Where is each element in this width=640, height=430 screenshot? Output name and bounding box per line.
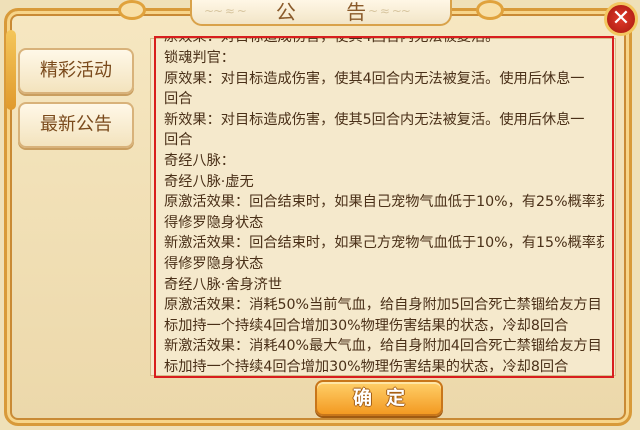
announcement-text[interactable]: 原效果：对目标造成伤害，使其4回合内无法被复活。 锁魂判官： 原效果：对目标造成伤… [164,38,604,374]
announcement-line: 回合 [164,132,193,149]
announcement-line: 奇经八脉·舍身济世 [164,276,283,293]
sidebar-item-label: 最新公告 [40,114,112,135]
close-icon: ✕ [611,6,631,31]
announcement-line: 得修罗隐身状态 [164,214,264,231]
announcement-line: 标加持一个持续4回合增加30%物理伤害结果的状态，冷却8回合 [164,317,569,334]
sidebar-item-announcements[interactable]: 最新公告 [18,102,134,148]
announcement-line: 标加持一个持续4回合增加30%物理伤害结果的状态，冷却8回合 [164,358,569,374]
sidebar-item-events[interactable]: 精彩活动 [18,48,134,94]
scroll-ornament-right [476,0,504,20]
announcement-line: 原效果：对目标造成伤害，使其4回合内无法被复活。使用后休息一 [164,70,585,87]
scroll-ornament-left [118,0,146,20]
sidebar-item-label: 精彩活动 [40,60,112,81]
announcement-line: 得修罗隐身状态 [164,255,264,272]
frame-rail-decoration [6,30,16,110]
confirm-button[interactable]: 确定 [315,380,443,416]
announcement-line: 奇经八脉·虚无 [164,173,254,190]
announcement-line: 回合 [164,91,193,108]
announcement-line: 新激活效果：回合结束时，如果己方宠物气血低于10%，有15%概率获 [164,235,604,252]
announcement-line: 奇经八脉： [164,152,235,169]
announcement-line: 锁魂判官： [164,50,235,66]
cut-off-line: 原效果：对目标造成伤害，使其4回合内无法被复活。 [164,38,604,48]
announcement-line: 原激活效果：消耗50%当前气血，给自身附加5回合死亡禁锢给友方目 [164,297,602,314]
announcement-line: 原激活效果：回合结束时，如果自己宠物气血低于10%，有25%概率获 [164,194,604,211]
announcement-line: 新效果：对目标造成伤害，使其5回合内无法被复活。使用后休息一 [164,111,585,128]
dialog-title: 公 告 [275,0,389,24]
title-banner: ~~ ≈ ~ ~ ≈ ~~ 公 告 [190,0,452,26]
close-button[interactable]: ✕ [604,2,638,36]
announcement-line: 新激活效果：消耗40%最大气血，给自身附加4回合死亡禁锢给友方目 [164,338,602,355]
